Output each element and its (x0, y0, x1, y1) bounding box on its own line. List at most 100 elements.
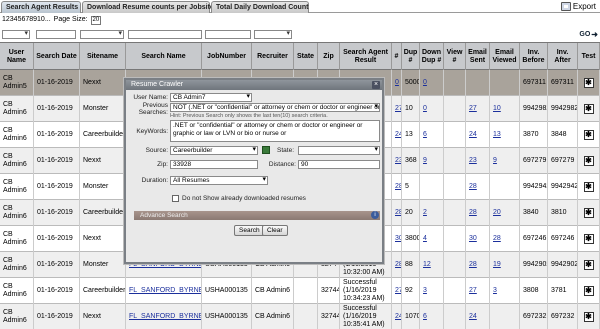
state-select[interactable] (298, 146, 380, 155)
table-row[interactable]: CB Admin6 01-16-2019 Careerbuilder FL_SANFO… (0, 278, 600, 304)
cell-viewed[interactable]: 13 (490, 122, 520, 148)
advance-search-bar[interactable]: Advance Search i (134, 211, 380, 220)
cell-test[interactable]: ✱ (578, 96, 600, 122)
test-run-icon[interactable]: ✱ (583, 156, 594, 166)
filter-search-date[interactable] (36, 30, 76, 39)
col-email-viewed[interactable]: Email Viewed (490, 43, 520, 71)
page-links[interactable]: 12345678910... (2, 15, 51, 25)
cell-viewed[interactable]: 28 (490, 226, 520, 252)
cell-email[interactable]: 23 (466, 148, 490, 174)
cell-down[interactable]: 6 (420, 122, 444, 148)
cell-num[interactable]: 24 (392, 304, 402, 329)
cell-viewed[interactable]: 19 (490, 252, 520, 278)
cell-down[interactable]: 9 (420, 148, 444, 174)
cell-test[interactable]: ✱ (578, 304, 600, 329)
col-recruiter[interactable]: Recruiter (252, 43, 294, 71)
search-button[interactable]: Search (234, 225, 265, 236)
source-select[interactable]: Careerbuilder (170, 146, 258, 155)
col-inv-after[interactable]: Inv. After (548, 43, 578, 71)
cell-down[interactable]: 4 (420, 226, 444, 252)
cell-email[interactable]: 27 (466, 96, 490, 122)
filter-sitename[interactable] (80, 29, 124, 39)
cell-viewed[interactable]: 9 (490, 148, 520, 174)
test-run-icon[interactable]: ✱ (583, 260, 594, 270)
cell-email[interactable]: 28 (466, 252, 490, 278)
cell-down[interactable] (420, 174, 444, 200)
test-run-icon[interactable]: ✱ (583, 286, 594, 296)
cell-email[interactable]: 24 (466, 304, 490, 329)
cell-viewed[interactable] (490, 70, 520, 96)
col-sitename[interactable]: Sitename (80, 43, 126, 71)
clear-button[interactable]: Clear (262, 225, 288, 236)
cell-num[interactable]: 28 (392, 200, 402, 226)
duration-select[interactable]: All Resumes (170, 176, 268, 185)
filter-recruiter[interactable] (254, 29, 292, 39)
cell-test[interactable]: ✱ (578, 226, 600, 252)
cell-down[interactable]: 0 (420, 70, 444, 96)
cell-test[interactable]: ✱ (578, 70, 600, 96)
cell-num[interactable]: 27 (392, 278, 402, 304)
cell-test[interactable]: ✱ (578, 252, 600, 278)
col-num[interactable]: # (392, 43, 402, 71)
tab-download-resume-counts[interactable]: Download Resume counts per Jobsite (82, 1, 214, 13)
cell-email[interactable] (466, 70, 490, 96)
cell-num[interactable]: 27 (392, 96, 402, 122)
test-run-icon[interactable]: ✱ (583, 234, 594, 244)
close-icon[interactable]: × (372, 81, 380, 89)
table-row[interactable]: CB Admin6 01-16-2019 Nexxt FL_SANFORD_BYRNE… (0, 304, 600, 329)
filter-search-name[interactable] (128, 30, 202, 39)
test-run-icon[interactable]: ✱ (583, 104, 594, 114)
cell-viewed[interactable]: 20 (490, 200, 520, 226)
col-search-date[interactable]: Search Date (34, 43, 80, 71)
hide-downloaded-checkbox[interactable] (172, 195, 179, 202)
cell-test[interactable]: ✱ (578, 122, 600, 148)
export-button[interactable]: Export (560, 1, 596, 12)
filter-jobnumber[interactable] (205, 30, 251, 39)
test-run-icon[interactable]: ✱ (583, 78, 594, 88)
cell-num[interactable]: 28 (392, 174, 402, 200)
state-map-icon[interactable] (262, 146, 270, 154)
test-run-icon[interactable]: ✱ (583, 130, 594, 140)
col-down-dup[interactable]: Down Dup # (420, 43, 444, 71)
cell-test[interactable]: ✱ (578, 148, 600, 174)
cell-search[interactable]: FL_SANFORD_BYRNE (126, 278, 202, 304)
cell-search[interactable]: FL_SANFORD_BYRNE (126, 304, 202, 329)
tab-search-agent-results[interactable]: Search Agent Results (1, 1, 81, 13)
cell-down[interactable]: 2 (420, 200, 444, 226)
cell-down[interactable]: 3 (420, 278, 444, 304)
cell-viewed[interactable] (490, 174, 520, 200)
cell-viewed[interactable]: 3 (490, 278, 520, 304)
keywords-textarea[interactable]: .NET or "confidential" or attorney or ch… (170, 120, 380, 142)
zip-input[interactable]: 33928 (170, 160, 258, 169)
tab-total-daily-download[interactable]: Total Daily Download Count (211, 1, 309, 13)
col-state[interactable]: State (294, 43, 318, 71)
cell-down[interactable]: 0 (420, 96, 444, 122)
cell-email[interactable]: 28 (466, 174, 490, 200)
test-run-icon[interactable]: ✱ (583, 208, 594, 218)
cell-email[interactable]: 30 (466, 226, 490, 252)
cell-email[interactable]: 24 (466, 122, 490, 148)
col-email-sent[interactable]: Email Sent (466, 43, 490, 71)
test-run-icon[interactable]: ✱ (583, 182, 594, 192)
col-test[interactable]: Test (578, 43, 600, 71)
info-icon[interactable]: i (371, 211, 379, 219)
cell-down[interactable]: 6 (420, 304, 444, 329)
col-dup[interactable]: Dup # (402, 43, 420, 71)
col-user-name[interactable]: User Name (0, 43, 34, 71)
cell-test[interactable]: ✱ (578, 174, 600, 200)
user-name-select[interactable]: CB Admin7 (170, 93, 252, 102)
cell-num[interactable]: 24 (392, 122, 402, 148)
go-button[interactable]: GO ➜ (579, 30, 598, 39)
cell-email[interactable]: 28 (466, 200, 490, 226)
cell-num[interactable]: 30 (392, 226, 402, 252)
filter-user-name[interactable] (2, 29, 30, 39)
col-jobnumber[interactable]: JobNumber (202, 43, 252, 71)
cell-test[interactable]: ✱ (578, 200, 600, 226)
test-run-icon[interactable]: ✱ (583, 312, 594, 322)
cell-test[interactable]: ✱ (578, 278, 600, 304)
distance-input[interactable]: 90 (298, 160, 380, 169)
cell-viewed[interactable]: 10 (490, 96, 520, 122)
col-view[interactable]: View # (444, 43, 466, 71)
col-search-agent-result[interactable]: Search Agent Result (340, 43, 392, 71)
page-size-select[interactable]: 20 (90, 15, 102, 25)
